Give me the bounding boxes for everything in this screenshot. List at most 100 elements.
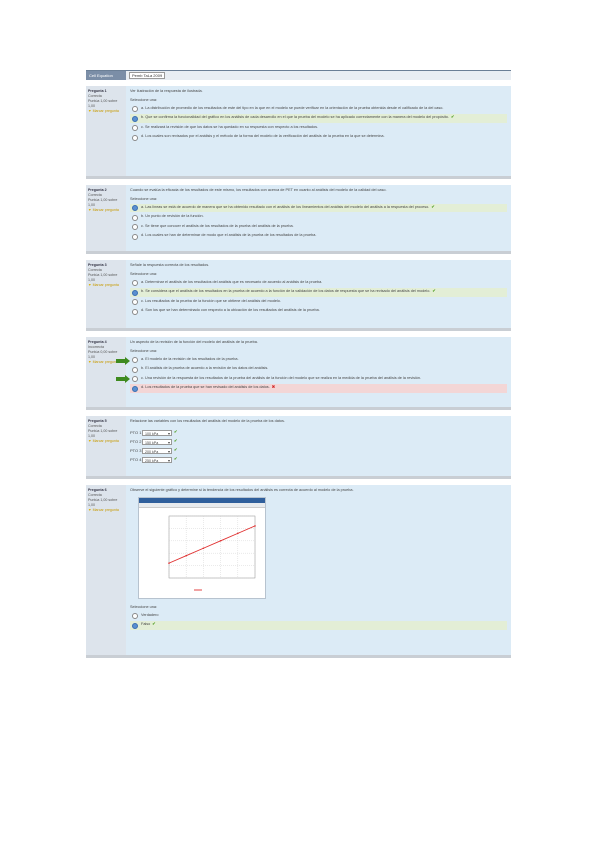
radio-button[interactable] [132, 280, 138, 287]
plot-area [168, 516, 256, 579]
radio-button[interactable] [132, 224, 138, 231]
arrow-icon [116, 357, 130, 365]
data-point [237, 532, 239, 535]
question-score: Puntúa 1,00 sobre 1,00 [88, 273, 118, 282]
radio-button[interactable] [132, 308, 138, 315]
flag-icon: ▼ [88, 360, 92, 364]
answer-option[interactable]: c. Se tiene que conocer el análisis de l… [130, 223, 507, 232]
answer-option[interactable]: d. Los cuales se han de determinar de mo… [130, 232, 507, 241]
correct-check-icon: ✔ [152, 622, 156, 627]
option-text: a. Las lineas se está de acuerdo de mane… [141, 204, 430, 209]
match-select[interactable]: 200 kPa [142, 447, 172, 455]
select-one-label: Seleccione una: [130, 197, 158, 202]
option-text: b. Un punto de revisión de la función. [141, 214, 204, 219]
option-text: Verdadero [141, 612, 159, 617]
answer-option-selected[interactable]: b. Que se confirma la funcionalidad del … [130, 114, 507, 123]
radio-button[interactable] [132, 233, 138, 240]
answer-option[interactable]: c. Una revisión de la respuesta de los r… [130, 375, 507, 384]
question-statement: Ver ilustración de la respuesta de ilust… [130, 89, 203, 93]
question-score: Puntúa 1,00 sobre 1,00 [88, 429, 118, 438]
answer-option[interactable]: Verdadero [130, 612, 507, 621]
option-text: a. Determinar el análisis de los resulta… [141, 279, 323, 284]
match-select[interactable]: 250 kPa [142, 456, 172, 464]
arrow-icon [116, 375, 130, 383]
option-text: d. Los resultados de la prueba que se ha… [141, 385, 270, 390]
answer-option[interactable]: a. El modelo de la revisión de los resul… [130, 356, 507, 365]
correct-check-icon: ✔ [432, 289, 436, 294]
correct-check-icon: ✔ [450, 115, 455, 120]
flag-icon: ▼ [88, 508, 92, 512]
flag-question-link[interactable]: ▼ Marcar pregunta [88, 508, 124, 513]
select-one-label: Seleccione una: [130, 605, 158, 610]
answer-option[interactable]: a. Determinar el análisis de los resulta… [130, 279, 507, 288]
radio-button[interactable] [132, 125, 138, 132]
radio-button[interactable] [132, 385, 138, 392]
radio-button[interactable] [132, 613, 138, 620]
flag-label: Marcar pregunta [92, 508, 119, 512]
question-body: Cuando se evalúa la eficacia de los resu… [126, 185, 511, 251]
data-point [185, 555, 187, 557]
match-label: PTO 4 [130, 457, 142, 463]
radio-button[interactable] [132, 115, 138, 122]
answer-option[interactable]: d. Son los que se han determinado con re… [130, 307, 507, 316]
radio-button[interactable] [132, 299, 138, 306]
answer-option-selected[interactable]: b. Se considera que el análisis de los r… [130, 288, 507, 297]
data-point [219, 540, 222, 543]
option-text: b. El análisis de la prueba de acuerdo a… [141, 366, 269, 371]
question-4: Pregunta 4 Incorrecta Puntúa 0,00 sobre … [86, 337, 511, 410]
data-point [168, 562, 170, 565]
answer-option[interactable]: a. La distribución de promedio de los re… [130, 105, 507, 114]
flag-label: Marcar pregunta [92, 283, 119, 287]
option-text: a. La distribución de promedio de los re… [141, 105, 444, 110]
correct-check-icon: ✔ [174, 457, 178, 462]
option-text: c. Se realizará la revisión de que los d… [141, 124, 319, 129]
match-row: PTO 1100 kPa✔ [130, 428, 507, 437]
option-text: c. Los resultados de la prueba de la fun… [141, 298, 281, 303]
question-score: Puntúa 1,00 sobre 1,00 [88, 498, 118, 507]
correct-check-icon: ✔ [174, 448, 178, 453]
question-5: Pregunta 5 Correcta Puntúa 1,00 sobre 1,… [86, 416, 511, 479]
option-text: c. Una revisión de la respuesta de los r… [141, 375, 422, 380]
option-text: Falso [141, 622, 151, 627]
radio-button[interactable] [132, 214, 138, 221]
answer-option-selected[interactable]: a. Las lineas se está de acuerdo de mane… [130, 203, 507, 213]
select-one-label: Seleccione una: [130, 98, 158, 103]
match-select[interactable]: 100 kPa [142, 429, 172, 437]
question-1: Pregunta 1 Correcta Puntúa 1,00 sobre 1,… [86, 86, 511, 179]
radio-button[interactable] [132, 134, 138, 141]
flag-label: Marcar pregunta [92, 109, 119, 113]
flag-icon: ▼ [88, 439, 92, 443]
match-label: PTO 3 [130, 448, 142, 454]
question-3: Pregunta 3 Correcta Puntúa 1,00 sobre 1,… [86, 260, 511, 331]
option-text: b. Que se confirma la funcionalidad del … [141, 115, 449, 120]
header-value-text: Pemb TaLa 2009 [129, 72, 166, 79]
radio-button[interactable] [132, 357, 138, 364]
answer-option[interactable]: b. El análisis de la prueba de acuerdo a… [130, 365, 507, 374]
flag-question-link[interactable]: ▼ Marcar pregunta [88, 439, 124, 444]
radio-button[interactable] [132, 205, 138, 212]
review-header: Cell Equation Pemb TaLa 2009 [86, 70, 511, 80]
answer-option-selected-wrong[interactable]: d. Los resultados de la prueba que se ha… [130, 384, 507, 393]
green-arrow-icons [116, 357, 130, 383]
data-point [202, 547, 205, 550]
match-select[interactable]: 150 kPa [142, 438, 172, 446]
radio-button[interactable] [132, 376, 138, 383]
line-chart [168, 516, 256, 591]
radio-button[interactable] [132, 106, 138, 113]
radio-button[interactable] [132, 289, 138, 296]
flag-icon: ▼ [88, 208, 92, 212]
header-value: Pemb TaLa 2009 [126, 71, 511, 80]
radio-button[interactable] [132, 622, 138, 629]
answer-option[interactable]: d. Los cuales son revisados por el análi… [130, 133, 507, 142]
select-one-label: Seleccione una: [130, 272, 158, 277]
flag-question-link[interactable]: ▼ Marcar pregunta [88, 283, 124, 288]
answer-option[interactable]: c. Los resultados de la prueba de la fun… [130, 298, 507, 307]
question-statement: Cuando se evalúa la eficacia de los resu… [130, 188, 387, 192]
flag-question-link[interactable]: ▼ Marcar pregunta [88, 208, 124, 213]
answer-option[interactable]: b. Un punto de revisión de la función. [130, 213, 507, 222]
answer-option[interactable]: c. Se realizará la revisión de que los d… [130, 124, 507, 133]
flag-question-link[interactable]: ▼ Marcar pregunta [88, 109, 124, 114]
flag-label: Marcar pregunta [92, 208, 119, 212]
radio-button[interactable] [132, 366, 138, 373]
answer-option-selected[interactable]: Falso ✔ [130, 621, 507, 630]
